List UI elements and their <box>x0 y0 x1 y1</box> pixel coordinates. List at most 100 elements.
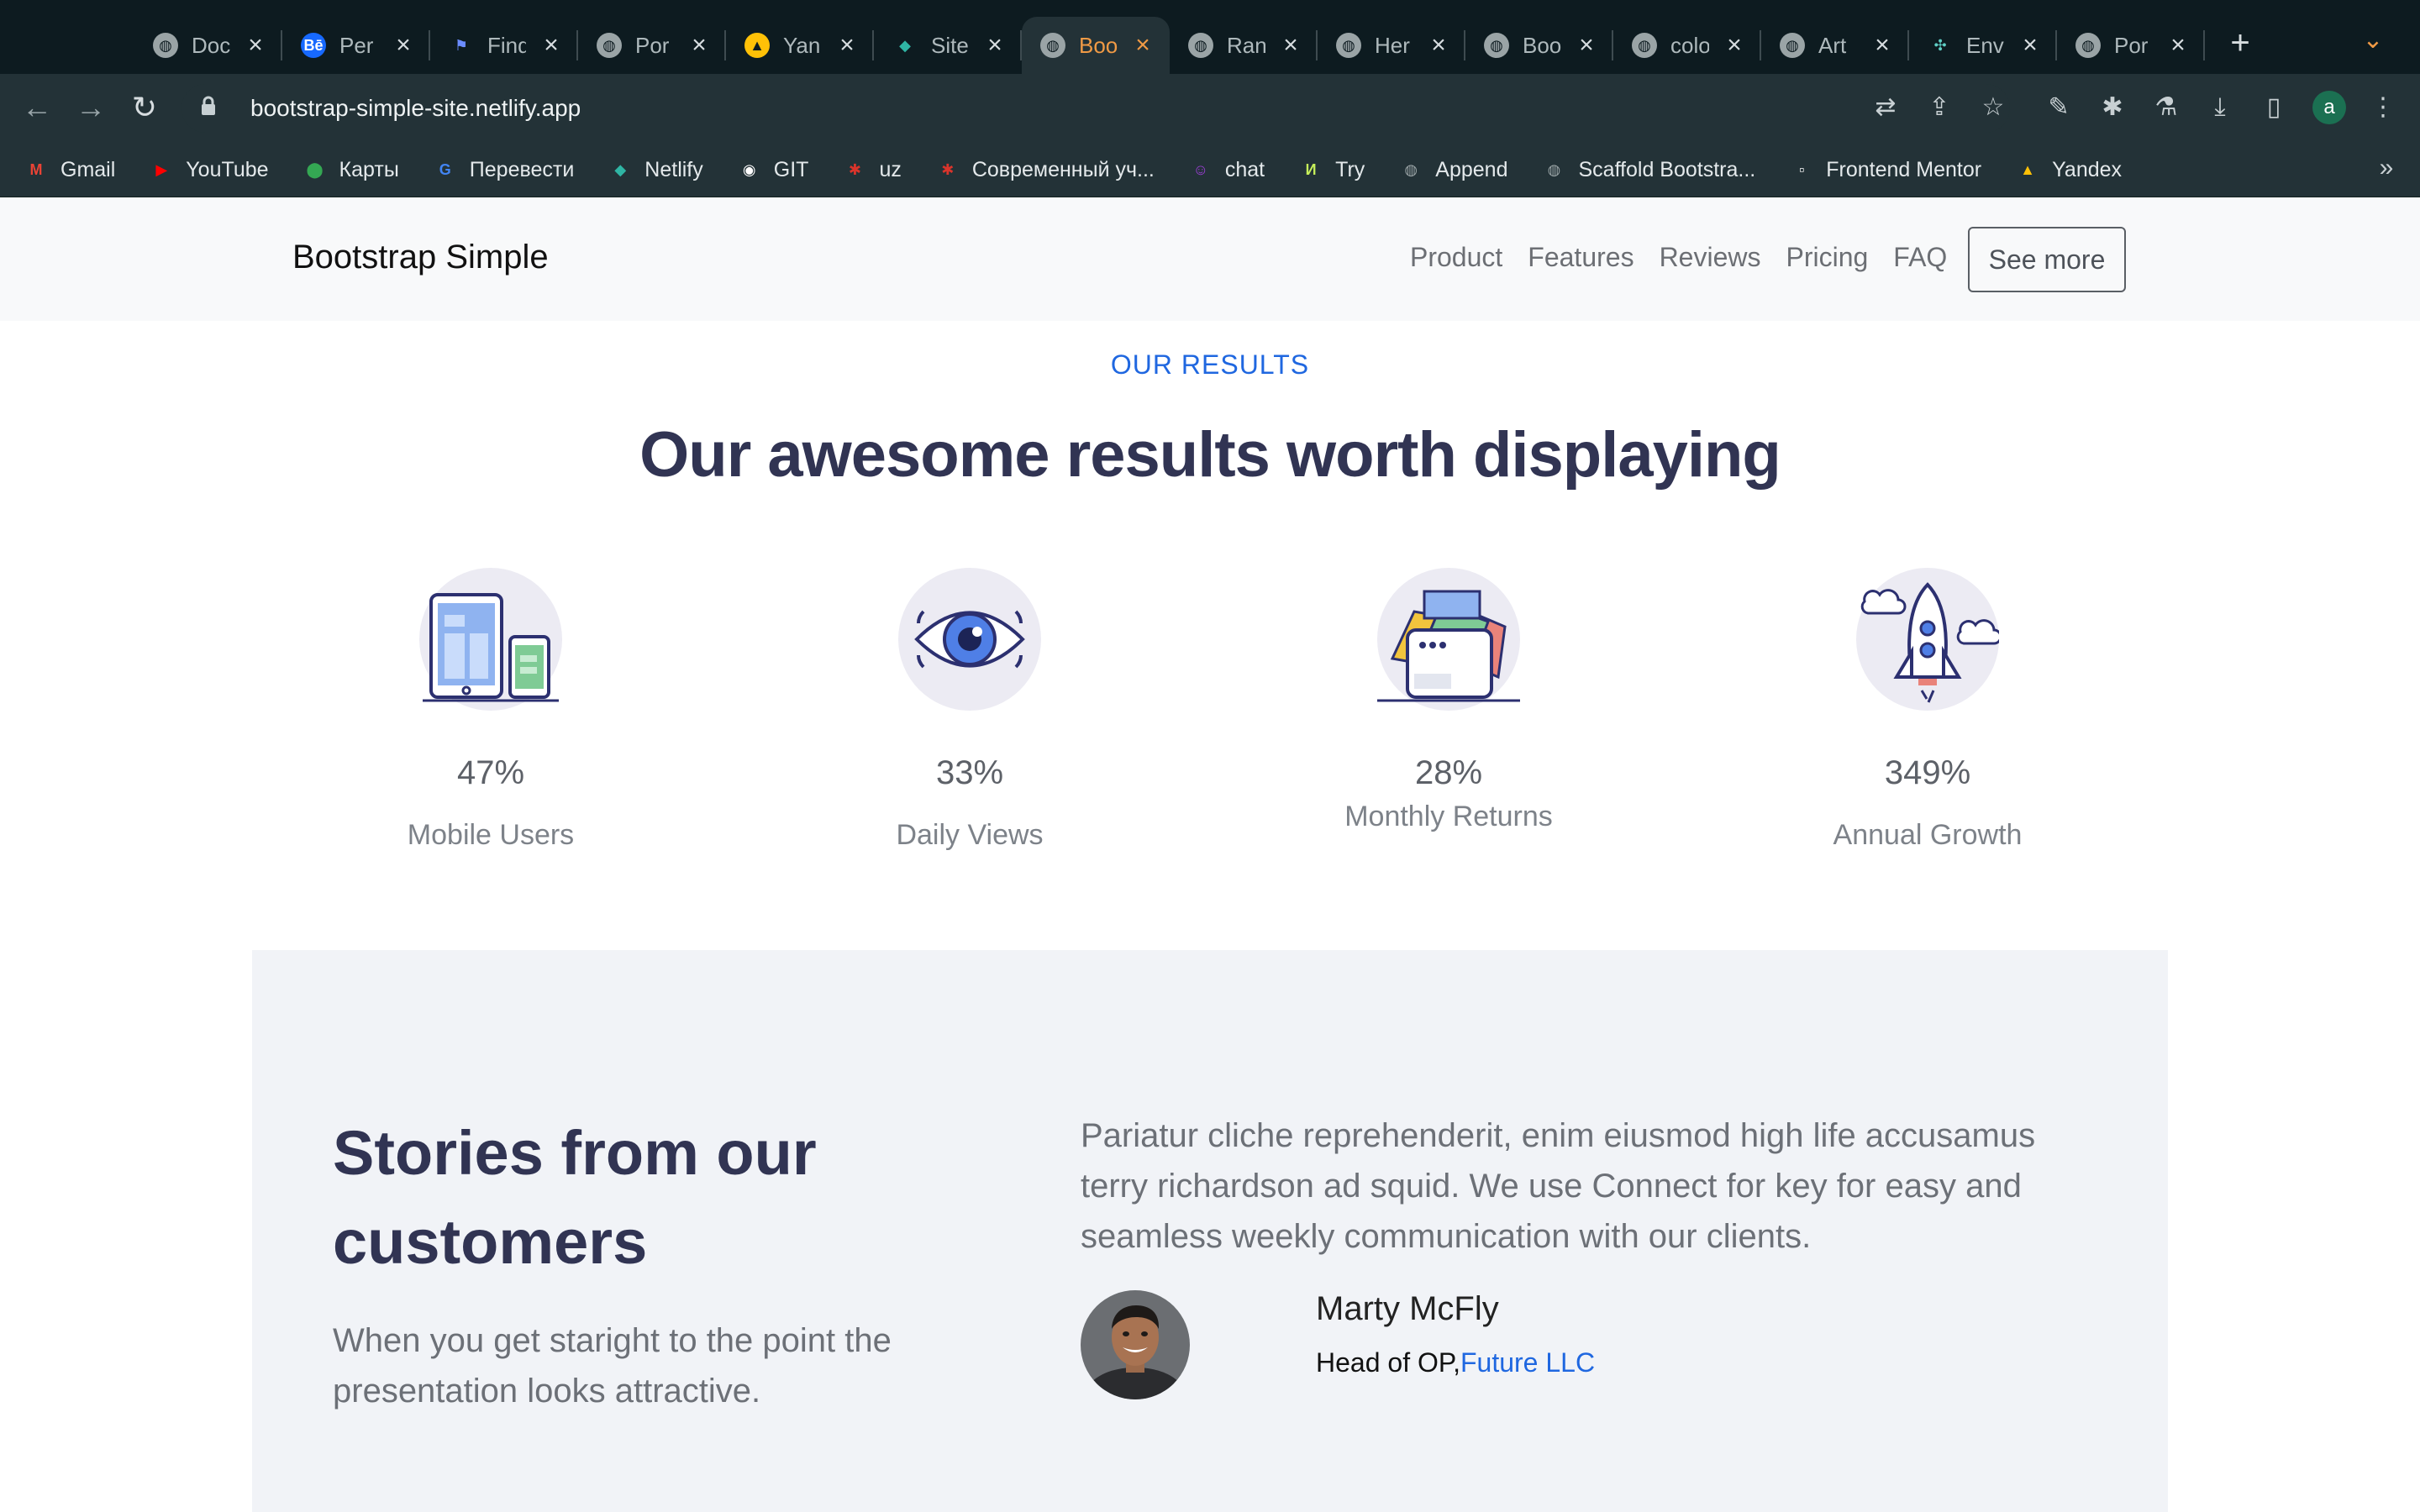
browser-tab[interactable]: ◍ Boo × <box>1022 17 1170 74</box>
stat-monthly-returns: 28% Monthly Returns <box>1264 568 1634 833</box>
site-nav-links: Product Features Reviews Pricing FAQ <box>1410 242 1972 273</box>
close-icon[interactable]: × <box>242 31 269 59</box>
extensions-puzzle-icon[interactable]: ✱ <box>2094 89 2131 126</box>
section-eyebrow: OUR RESULTS <box>1110 349 1310 380</box>
bookmark-item[interactable]: ◉ GIT <box>737 157 809 182</box>
stat-label: Annual Growth <box>1833 819 2023 851</box>
nav-link-reviews[interactable]: Reviews <box>1660 242 1761 273</box>
browser-tab[interactable]: ◍ Ran × <box>1170 17 1318 74</box>
close-icon[interactable]: × <box>390 31 417 59</box>
close-icon[interactable]: × <box>1425 31 1452 59</box>
bookmark-item[interactable]: И Try <box>1298 157 1365 182</box>
reload-icon[interactable]: ↻ <box>124 87 165 128</box>
bookmark-label: Карты <box>339 157 399 181</box>
person-role: Head of OP,Future LLC <box>1316 1347 1595 1378</box>
bookmark-item[interactable]: M Gmail <box>24 157 116 182</box>
nav-link-faq[interactable]: FAQ <box>1893 242 1947 273</box>
bookmark-label: Scaffold Bootstra... <box>1578 157 1756 181</box>
chat-icon: ☺ <box>1192 160 1209 178</box>
nav-link-features[interactable]: Features <box>1528 242 1634 273</box>
address-bar[interactable]: bootstrap-simple-site.netlify.app <box>182 84 2010 133</box>
tab-title: Por <box>635 32 670 58</box>
close-icon[interactable]: × <box>2017 31 2044 59</box>
figure-icon: ✱ <box>941 160 955 178</box>
close-icon[interactable]: × <box>1277 31 1304 59</box>
bookmark-item[interactable]: G Перевести <box>433 157 575 182</box>
browser-tab[interactable]: ▲ Yan × <box>726 17 874 74</box>
bookmark-item[interactable]: ▶ YouTube <box>149 157 268 182</box>
download-icon[interactable]: ⤓ <box>2202 89 2238 126</box>
browser-tab[interactable]: ◍ Por × <box>578 17 726 74</box>
tab-search-chevron-icon[interactable]: ⌄ <box>2356 24 2390 57</box>
bookmark-item[interactable]: ⬤ Карты <box>302 157 399 182</box>
company-link[interactable]: Future LLC <box>1460 1347 1595 1378</box>
more-bookmarks-icon[interactable]: » <box>2370 151 2403 185</box>
behance-icon: Bē <box>301 33 326 58</box>
figure-icon: ✱ <box>848 160 861 178</box>
bookmark-item[interactable]: ☺ chat <box>1188 157 1265 182</box>
labs-flask-icon[interactable]: ⚗ <box>2148 89 2185 126</box>
bookmark-label: Append <box>1435 157 1508 181</box>
url-text: bootstrap-simple-site.netlify.app <box>250 95 581 121</box>
bookmark-label: chat <box>1224 157 1265 181</box>
bookmark-item[interactable]: ◆ Netlify <box>608 157 702 182</box>
browser-tab[interactable]: ◍ colo × <box>1613 17 1761 74</box>
close-icon[interactable]: × <box>981 31 1008 59</box>
close-icon[interactable]: × <box>1721 31 1748 59</box>
bookmark-star-icon[interactable]: ☆ <box>1975 89 2012 126</box>
bookmark-item[interactable]: ◍ Scaffold Bootstra... <box>1541 157 1756 182</box>
bookmark-item[interactable]: ▲ Yandex <box>2015 157 2122 182</box>
lock-icon <box>200 96 234 121</box>
stat-label: Daily Views <box>896 819 1044 851</box>
browser-tab[interactable]: ◍ Doc × <box>134 17 282 74</box>
bookmark-label: Современный уч... <box>971 157 1155 181</box>
yandex-images-icon: ▲ <box>2020 160 2035 178</box>
bookmark-label: Перевести <box>469 157 575 181</box>
tab-title: Her <box>1375 32 1410 58</box>
browser-tab[interactable]: Bē Per × <box>282 17 430 74</box>
browser-tab[interactable]: ◆ Site × <box>874 17 1022 74</box>
browser-tab[interactable]: ◍ Por × <box>2057 17 2205 74</box>
stat-value: 349% <box>1884 754 1971 791</box>
color-picker-extension-icon[interactable]: ✎ <box>2040 89 2077 126</box>
share-icon[interactable]: ⇪ <box>1921 89 1958 126</box>
bookmark-item[interactable]: ✱ uz <box>842 157 902 182</box>
browser-tab[interactable]: ✣ Env × <box>1909 17 2057 74</box>
eye-icon <box>898 568 1041 711</box>
back-arrow-icon[interactable]: ← <box>17 87 57 128</box>
rocket-icon <box>1856 568 2002 711</box>
browser-tab[interactable]: ◍ Boo × <box>1465 17 1613 74</box>
profile-avatar[interactable]: a <box>2312 91 2346 124</box>
close-icon[interactable]: × <box>686 31 713 59</box>
bookmark-item[interactable]: ◍ Append <box>1398 157 1507 182</box>
translate-page-icon[interactable]: ⇄ <box>1867 89 1904 126</box>
bookmark-label: Yandex <box>2052 157 2123 181</box>
browser-tab[interactable]: ◍ Her × <box>1318 17 1465 74</box>
browser-tab[interactable]: ◍ Art × <box>1761 17 1909 74</box>
close-icon[interactable]: × <box>1869 31 1896 59</box>
forward-arrow-icon[interactable]: → <box>71 87 111 128</box>
close-icon[interactable]: × <box>1129 31 1156 59</box>
side-panel-icon[interactable]: ▯ <box>2255 89 2292 126</box>
new-tab-button[interactable]: + <box>2223 22 2257 64</box>
more-menu-icon[interactable]: ⋮ <box>2365 89 2402 126</box>
nav-link-product[interactable]: Product <box>1410 242 1502 273</box>
bookmark-label: Frontend Mentor <box>1826 157 1982 181</box>
close-icon[interactable]: × <box>2165 31 2191 59</box>
site-brand[interactable]: Bootstrap Simple <box>292 239 549 276</box>
bookmark-item[interactable]: ✱ Современный уч... <box>935 157 1155 182</box>
bookmark-label: Gmail <box>60 157 116 181</box>
section-title: Our awesome results worth displaying <box>639 419 1781 491</box>
stat-annual-growth: 349% Annual Growth <box>1743 568 2112 852</box>
avatar <box>1081 1290 1190 1399</box>
nav-link-pricing[interactable]: Pricing <box>1786 242 1868 273</box>
bookmark-item[interactable]: ▫ Frontend Mentor <box>1789 157 1981 182</box>
devices-icon <box>419 568 562 711</box>
tab-title: Env <box>1966 32 2004 58</box>
see-more-button[interactable]: See more <box>1968 227 2126 292</box>
close-icon[interactable]: × <box>834 31 860 59</box>
close-icon[interactable]: × <box>1573 31 1600 59</box>
close-icon[interactable]: × <box>538 31 565 59</box>
browser-tab[interactable]: ⚑ Find × <box>430 17 578 74</box>
youtube-icon: ▶ <box>155 160 168 178</box>
